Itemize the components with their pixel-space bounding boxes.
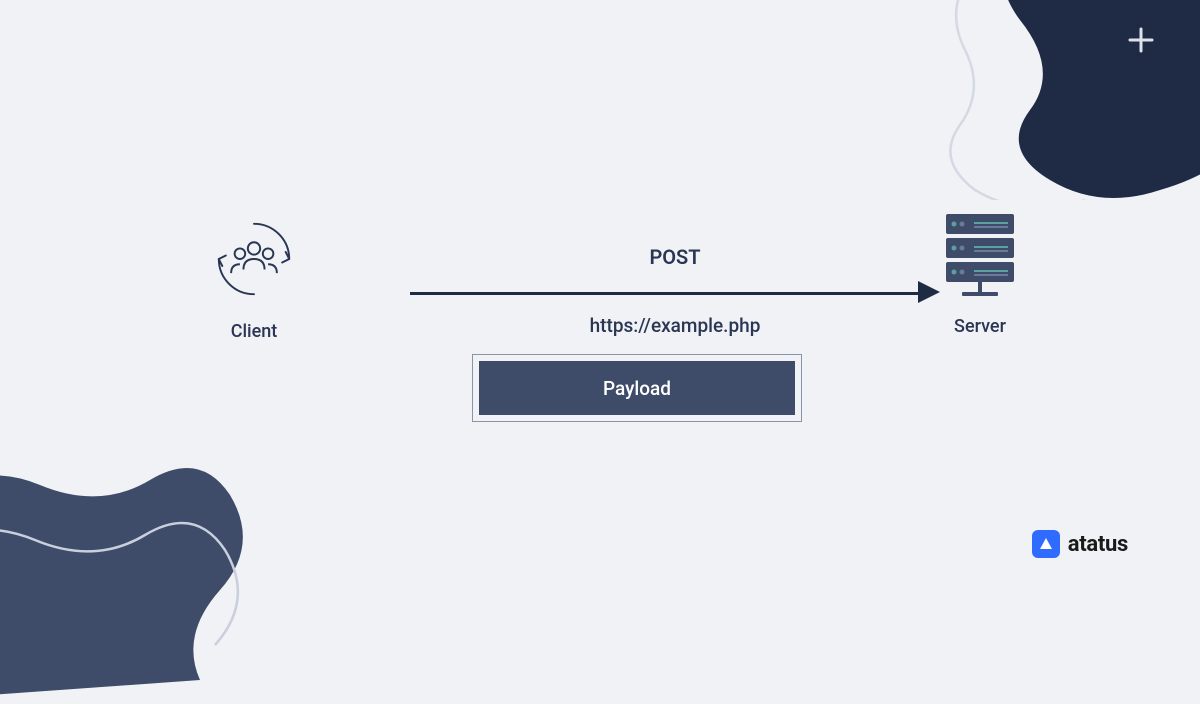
brand-icon (1032, 530, 1060, 558)
server-label: Server (940, 316, 1020, 337)
decorative-blob-bottom-left (0, 420, 260, 700)
payload-box: Payload (472, 354, 802, 422)
brand-logo-group: atatus (1032, 530, 1128, 558)
client-label: Client (210, 321, 298, 342)
client-group: Client (210, 215, 298, 342)
http-method-label: POST (410, 245, 940, 269)
decorative-blob-top-right (940, 0, 1200, 200)
server-group: Server (940, 210, 1020, 337)
request-arrow (410, 282, 940, 304)
client-icon (210, 215, 298, 303)
payload-label: Payload (479, 361, 795, 415)
request-url-label: https://example.php (410, 314, 940, 337)
brand-name: atatus (1068, 532, 1128, 557)
server-icon (940, 210, 1020, 300)
